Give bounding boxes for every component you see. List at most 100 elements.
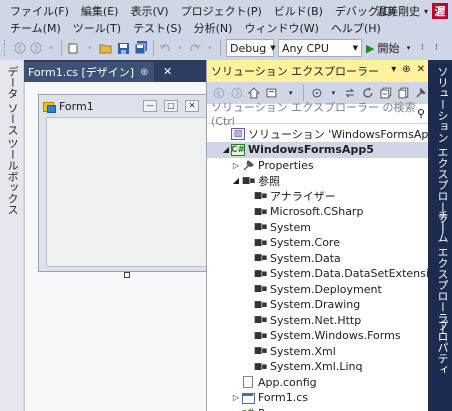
solution-platform-select[interactable]: Any CPU ▼ [278,39,362,57]
solution-icon: ▧ [231,128,245,140]
start-button[interactable]: ▶ 開始 [364,39,401,57]
menu-row-1: ファイル(F) 編集(E) 表示(V) プロジェクト(P) ビルド(B) デバッ… [4,2,402,20]
solution-explorer-search-input[interactable]: ソリューション エクスプローラー の検索 (Ctrl ⚲ [207,101,429,128]
menu-tools[interactable]: ツール(T) [67,20,127,36]
tree-item-label: System.Net.Http [270,313,362,327]
chevron-down-icon[interactable]: ▾ [401,39,415,57]
reference-icon: ■▪ [253,361,268,372]
form-client-area[interactable] [46,117,209,267]
menu-help[interactable]: ヘルプ(H) [325,20,387,36]
reference-icon: ■▪ [253,191,268,201]
redo-icon[interactable] [187,39,203,57]
open-folder-icon[interactable] [97,39,115,57]
solution-config-select[interactable]: Debug ▼ [226,39,276,57]
menu-row-2: チーム(M) ツール(T) テスト(S) 分析(N) ウィンドウ(W) ヘルプ(… [4,19,387,37]
tab-data-sources[interactable]: データ ソース [4,66,20,136]
tree-item[interactable]: ▷c#Program.cs [231,405,320,411]
tree-item[interactable]: ■▪ System.Core [243,235,340,251]
tree-item[interactable]: ■▪ System.Windows.Forms [243,328,401,344]
chevron-down-icon: ▼ [352,44,358,52]
document-tab-strip: Form1.cs [デザイン] ⊕ ✕ [24,60,206,82]
tree-item[interactable]: ▷ Properties [231,157,314,173]
tree-item[interactable]: ■▪System.Data.DataSetExtensions [243,266,429,282]
solution-explorer-titlebar[interactable]: ソリューション エクスプローラー ▾ ⊕ ✕ [207,60,429,82]
config-file-icon [241,376,255,388]
search-icon[interactable]: ⚲ [417,107,425,120]
tree-item[interactable]: ▷ Form1.cs [231,390,308,406]
menu-test[interactable]: テスト(S) [127,20,188,36]
avatar: 渥 [432,3,448,19]
expander-icon[interactable]: ▷ [231,393,241,402]
user-account[interactable]: 渥美剛史 ▾ 渥 [376,2,448,20]
tree-item-label: Form1.cs [258,391,308,404]
tree-item[interactable]: ■▪ アナライザー [243,188,336,204]
tree-item[interactable]: ■▪ System.Xml.Linq [243,359,363,375]
tree-item[interactable]: ■▪ System.Net.Http [243,312,362,328]
tree-item[interactable]: ◢ ■▪ 参照 [231,173,280,189]
right-tool-rail: ソリューション エクスプローラー チーム エクスプローラー プロパティ [428,60,452,411]
tree-item[interactable]: ■▪ System.Data [243,250,341,266]
menu-file[interactable]: ファイル(F) [4,3,75,19]
standard-toolbar: ▾ ▾ ▾ ▾ Debug ▼ Any CPU ▼ ▶ 開始 ▾ ⁝ ⁝ [0,37,452,59]
tree-item-label: System.Windows.Forms [270,329,401,342]
tree-item-label: System.Data.DataSetExtensions [270,267,429,280]
menu-build[interactable]: ビルド(B) [268,3,329,19]
menu-edit[interactable]: 編集(E) [75,3,125,19]
forward-icon[interactable] [28,39,44,57]
tab-toolbox[interactable]: ツールボックス [4,138,20,215]
tree-item[interactable]: App.config [231,374,317,390]
chevron-down-icon[interactable]: ▾ [203,39,217,57]
reference-icon: ■▪ [253,206,268,217]
tree-item[interactable]: ◢ C# WindowsFormsApp5 [207,141,429,158]
wrench-icon [241,159,255,171]
save-all-icon[interactable] [132,39,150,57]
chevron-down-icon[interactable]: ▾ [83,39,97,57]
tab-form1-design[interactable]: Form1.cs [デザイン] ⊕ [24,62,154,82]
undo-icon[interactable] [157,39,173,57]
pin-icon[interactable]: ⊕ [402,64,410,75]
menu-view[interactable]: 表示(V) [124,3,174,19]
new-project-icon[interactable] [65,39,83,57]
tree-item-label: Microsoft.CSharp [270,205,364,218]
menu-project[interactable]: プロジェクト(P) [175,3,268,19]
tree-item[interactable]: ■▪ Microsoft.CSharp [243,204,364,220]
back-icon[interactable] [12,39,28,57]
form-preview[interactable]: Form1 — □ ✕ [38,94,209,272]
close-icon[interactable]: ✕ [417,64,425,75]
expander-icon[interactable]: ◢ [231,176,241,185]
save-icon[interactable] [115,39,132,57]
tab-team-explorer[interactable]: チーム エクスプローラー [434,210,450,335]
tree-item[interactable]: ■▪ System.Deployment [243,281,382,297]
menu-team[interactable]: チーム(M) [4,20,67,36]
menu-window[interactable]: ウィンドウ(W) [238,20,324,36]
pin-icon[interactable]: ⊕ [140,67,148,78]
chevron-down-icon[interactable]: ▾ [391,64,396,75]
chevron-down-icon[interactable]: ▾ [44,39,58,57]
close-icon: ✕ [185,100,199,112]
tree-item[interactable]: ▧ソリューション 'WindowsFormsApp5' (1 プロジ [221,126,429,142]
toolbar-separator [61,40,62,56]
reference-icon: ■▪ [253,237,268,248]
tree-item-label: System.Core [270,236,340,249]
form-icon [43,101,56,113]
close-icon[interactable]: ✕ [163,65,172,78]
tree-item-label: System.Xml [270,344,336,358]
tree-item-label: Properties [258,158,314,172]
expander-icon[interactable]: ◢ [221,145,231,154]
menu-bar: ファイル(F) 編集(E) 表示(V) プロジェクト(P) ビルド(B) デバッ… [0,0,452,36]
reference-icon: ■▪ [253,346,268,356]
tree-item[interactable]: ■▪ System.Xml [243,343,336,359]
start-label: 開始 [377,42,400,55]
menu-analyze[interactable]: 分析(N) [188,20,239,36]
toolbar-overflow-icon[interactable]: ⁝ [415,39,429,57]
toolbar-grip[interactable] [4,40,8,56]
toolbar-overflow-icon[interactable]: ⁝ [429,39,443,57]
expander-icon[interactable]: ▷ [231,161,241,170]
resize-handle[interactable] [124,272,130,278]
tree-item[interactable]: ■▪ System [243,219,311,235]
tab-properties[interactable]: プロパティ [434,320,450,375]
tree-item-label: System.Drawing [270,298,361,311]
tree-item[interactable]: ■▪ System.Drawing [243,297,361,313]
reference-icon: ■▪ [253,284,268,294]
chevron-down-icon[interactable]: ▾ [173,39,187,57]
